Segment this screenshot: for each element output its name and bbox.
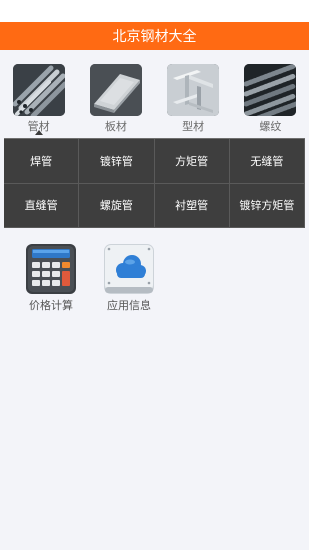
steel-beam-icon xyxy=(167,64,220,116)
tool-label: 价格计算 xyxy=(29,299,73,312)
subcategory-square-rect-pipe[interactable]: 方矩管 xyxy=(154,139,230,184)
app-info-button[interactable]: 应用信息 xyxy=(90,243,168,313)
subcategory-straight-seam-pipe[interactable]: 直缝管 xyxy=(4,183,80,228)
category-label: 板材 xyxy=(104,120,127,133)
subcategory-grid: 焊管 镀锌管 方矩管 无缝管 直缝管 螺旋管 衬塑管 镀锌方矩管 xyxy=(4,138,305,228)
subcategory-seamless-pipe[interactable]: 无缝管 xyxy=(229,139,305,184)
subcategory-spiral-pipe[interactable]: 螺旋管 xyxy=(79,183,155,228)
cloud-info-icon xyxy=(104,244,154,294)
category-label: 螺纹 xyxy=(259,120,282,133)
subcategory-welded-pipe[interactable]: 焊管 xyxy=(4,139,80,184)
category-label: 型材 xyxy=(182,120,205,133)
rebar-icon xyxy=(244,64,297,116)
steel-pipes-icon xyxy=(12,64,65,116)
subcategory-plastic-lined-pipe[interactable]: 衬塑管 xyxy=(154,183,230,228)
app-screen: 北京钢材大全 管材 板材 型材 螺纹 焊管 镀锌管 方矩管 无缝管 直缝管 螺旋… xyxy=(0,22,309,550)
steel-plate-icon xyxy=(89,64,142,116)
category-tab-profiles[interactable]: 型材 xyxy=(155,50,232,138)
subcategory-galvanized-square-pipe[interactable]: 镀锌方矩管 xyxy=(229,183,305,228)
app-title: 北京钢材大全 xyxy=(112,29,197,45)
category-tabs: 管材 板材 型材 螺纹 xyxy=(0,50,309,138)
category-tab-pipes[interactable]: 管材 xyxy=(0,50,77,138)
price-calculator-button[interactable]: 价格计算 xyxy=(12,243,90,313)
calculator-icon xyxy=(26,244,76,294)
title-bar: 北京钢材大全 xyxy=(0,22,309,50)
tools-row: 价格计算 应用信息 xyxy=(0,243,309,313)
selected-tab-indicator xyxy=(35,130,43,135)
subcategory-galvanized-pipe[interactable]: 镀锌管 xyxy=(79,139,155,184)
category-tab-rebar[interactable]: 螺纹 xyxy=(232,50,309,138)
category-tab-plates[interactable]: 板材 xyxy=(77,50,154,138)
tool-label: 应用信息 xyxy=(107,299,151,312)
